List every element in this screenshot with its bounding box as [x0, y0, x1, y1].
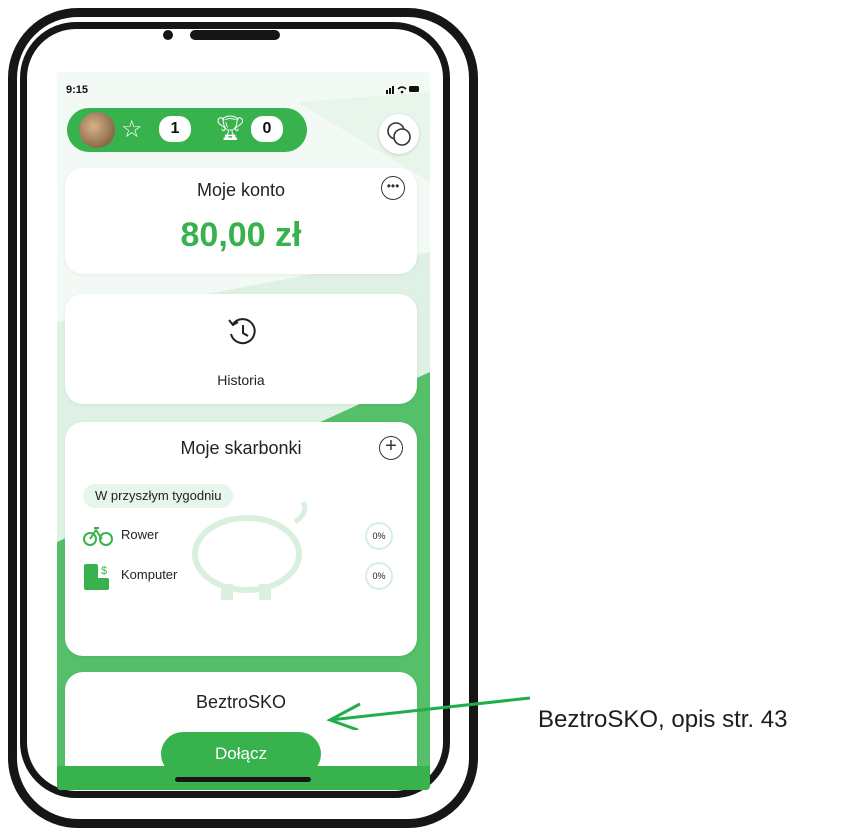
speaker-slot — [190, 30, 280, 40]
avatar[interactable] — [79, 112, 115, 148]
coins-icon: $ — [84, 564, 109, 590]
goal-item[interactable]: Rower 0% — [83, 522, 403, 550]
account-balance: 80,00 zł — [180, 216, 302, 254]
goal-item[interactable]: $ Komputer 0% — [83, 562, 403, 590]
annotation-text: BeztroSKO, opis str. 43 — [538, 706, 788, 733]
star-icon: ☆ — [121, 116, 143, 143]
history-icon — [228, 318, 256, 345]
add-goal-icon[interactable]: + — [379, 436, 403, 460]
home-indicator[interactable] — [175, 777, 311, 782]
piggy-banks-title: Moje skarbonki — [180, 438, 302, 458]
history-label: Historia — [217, 372, 265, 388]
svg-text:$: $ — [101, 565, 107, 577]
status-bar: 9:15 — [57, 84, 430, 100]
chat-button[interactable] — [379, 114, 419, 154]
account-card[interactable]: Moje konto ••• 80,00 zł — [65, 168, 417, 274]
status-time: 9:15 — [66, 84, 89, 96]
camera-dot — [163, 30, 173, 40]
trophy-icon: 🏆︎ — [215, 115, 246, 142]
bike-icon — [83, 527, 113, 546]
trophies-count-badge: 0 — [251, 116, 283, 142]
account-title: Moje konto — [196, 180, 286, 200]
annotation-arrow — [326, 696, 531, 730]
goal-progress: 0% — [365, 562, 393, 590]
goal-label: Komputer — [121, 567, 178, 582]
more-options-icon[interactable]: ••• — [381, 176, 405, 200]
stars-count-badge: 1 — [159, 116, 191, 142]
piggy-banks-card[interactable]: Moje skarbonki + W przyszłym tygodniu Ro… — [65, 422, 417, 656]
chat-icon — [387, 122, 411, 146]
signal-wifi-battery-icon — [386, 86, 419, 94]
app-screen: 9:15 ☆ 1 🏆︎ 0 Moje konto ••• 80,00 zł Hi… — [57, 72, 430, 790]
history-card[interactable]: Historia — [65, 294, 417, 404]
status-icons — [386, 84, 420, 96]
goal-progress: 0% — [365, 522, 393, 550]
goal-label: Rower — [121, 527, 159, 542]
period-chip[interactable]: W przyszłym tygodniu — [83, 484, 234, 508]
